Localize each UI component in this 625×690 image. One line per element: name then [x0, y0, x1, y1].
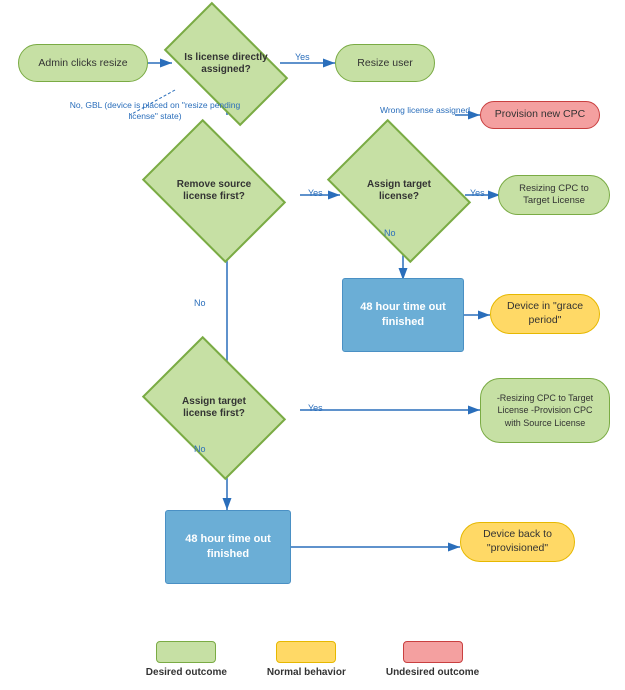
resize-user-node: Resize user	[335, 44, 435, 82]
remove-source-label: Remove sourcelicense first?	[173, 175, 255, 208]
legend-desired-box	[156, 641, 216, 663]
legend-undesired-label: Undesired outcome	[386, 667, 479, 678]
no-label-remove: No	[194, 298, 206, 308]
legend-desired-label: Desired outcome	[146, 667, 227, 678]
diagram: Admin clicks resize Is license directly …	[0, 0, 625, 690]
no-label-assign-1: No	[384, 228, 396, 238]
legend-normal-label: Normal behavior	[267, 667, 346, 678]
legend-desired: Desired outcome	[146, 641, 227, 678]
device-provisioned-node: Device back to "provisioned"	[460, 522, 575, 562]
no-label-assign-2: No	[194, 444, 206, 454]
license-directly-label: Is license directly assigned?	[172, 48, 280, 81]
assign-target-2-diamond: Assign targetlicense first?	[155, 365, 273, 451]
resizing-cpc-1-node: Resizing CPC to Target License	[498, 175, 610, 215]
legend-undesired: Undesired outcome	[386, 641, 479, 678]
yes-label-right: Yes	[470, 188, 485, 198]
48hour-top-node: 48 hour time out finished	[342, 278, 464, 352]
admin-clicks-node: Admin clicks resize	[18, 44, 148, 82]
remove-source-diamond: Remove sourcelicense first?	[155, 148, 273, 234]
no-gbl-note: No, GBL (device is placed on "resize pen…	[55, 100, 255, 122]
license-directly-diamond: Is license directly assigned?	[172, 30, 280, 98]
resizing-provision-node: -Resizing CPC to Target License -Provisi…	[480, 378, 610, 443]
assign-target-1-diamond: Assign targetlicense?	[340, 148, 458, 234]
yes-label-assign-2: Yes	[308, 403, 323, 413]
wrong-license-note: Wrong license assigned	[370, 105, 480, 116]
48hour-bottom-node: 48 hour time out finished	[165, 510, 291, 584]
yes-label-mid: Yes	[308, 188, 323, 198]
legend-undesired-box	[403, 641, 463, 663]
assign-target-2-label: Assign targetlicense first?	[178, 392, 250, 425]
assign-target-1-label: Assign targetlicense?	[363, 175, 435, 208]
legend: Desired outcome Normal behavior Undesire…	[0, 641, 625, 678]
yes-label-top: Yes	[295, 52, 310, 62]
provision-new-node: Provision new CPC	[480, 101, 600, 129]
legend-normal: Normal behavior	[267, 641, 346, 678]
grace-period-node: Device in "grace period"	[490, 294, 600, 334]
legend-normal-box	[276, 641, 336, 663]
